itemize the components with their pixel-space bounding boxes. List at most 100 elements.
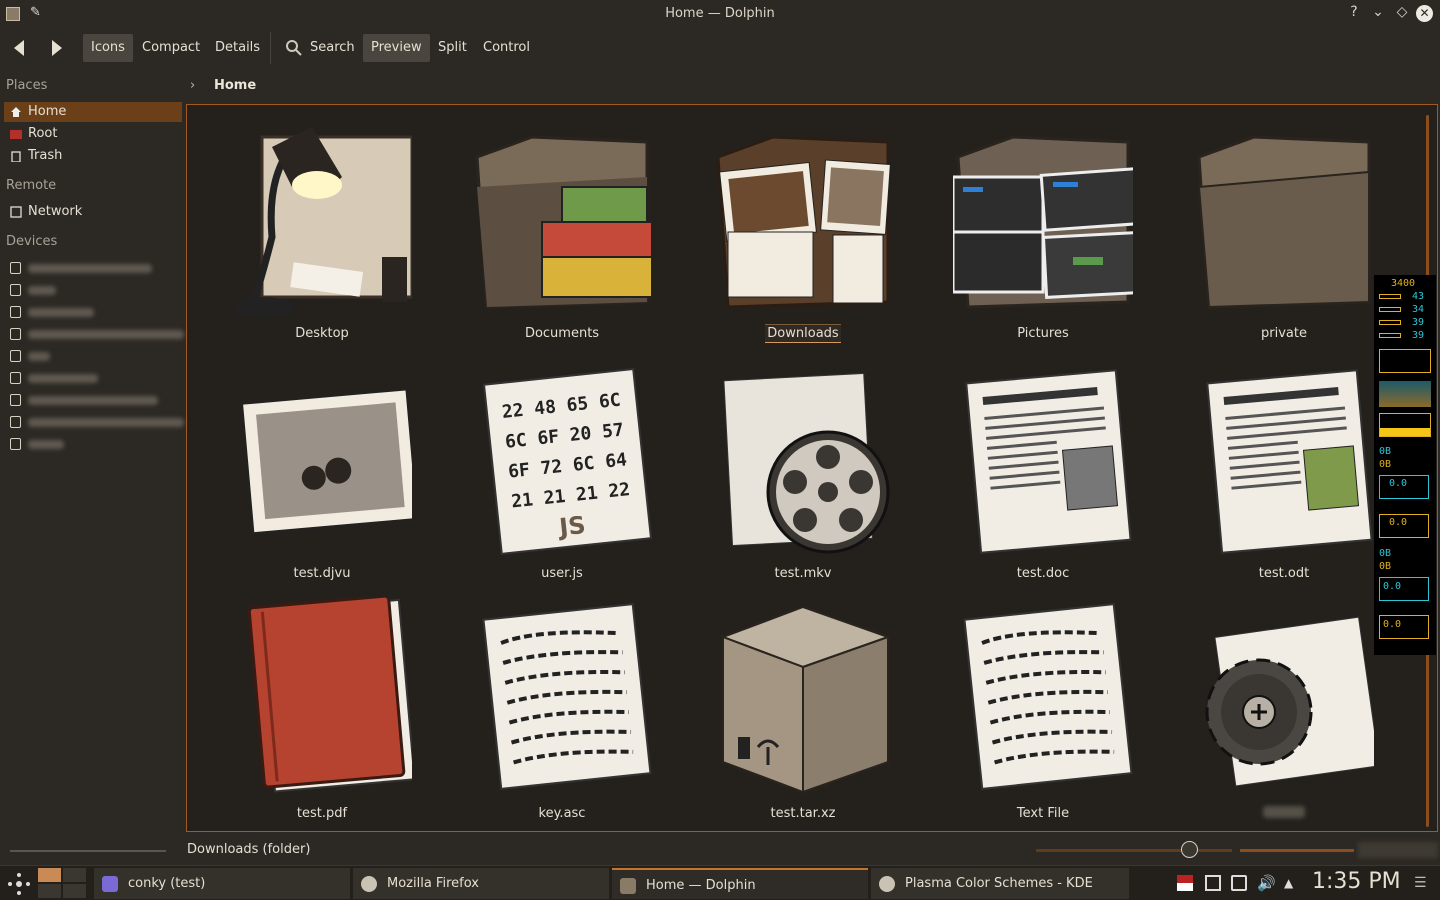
- document-file-icon: [965, 369, 1132, 554]
- file-item-test-odt[interactable]: test.odt: [1174, 357, 1394, 587]
- file-name-label: key.asc: [538, 806, 586, 821]
- close-button[interactable]: ✕: [1416, 5, 1433, 22]
- sidebar-item-label: Root: [28, 126, 58, 141]
- firefox-icon: [879, 876, 895, 892]
- file-item-text-file[interactable]: Text File: [933, 597, 1153, 827]
- memory-graph: [1379, 381, 1431, 407]
- device-item[interactable]: [4, 368, 182, 388]
- file-item-user-js[interactable]: 22 48 65 6C 6C 6F 20 57 6F 72 6C 64 21 2…: [452, 357, 672, 587]
- file-item-test-mkv[interactable]: test.mkv: [693, 357, 913, 587]
- file-name-label: Downloads: [765, 324, 841, 343]
- file-item-test-pdf[interactable]: test.pdf: [212, 597, 432, 827]
- application-launcher-icon[interactable]: [6, 871, 32, 897]
- sidebar-item-network[interactable]: Network: [4, 202, 182, 222]
- device-item[interactable]: [4, 390, 182, 410]
- home-icon: [11, 107, 21, 117]
- clipboard-icon[interactable]: [1231, 875, 1247, 891]
- file-name-label: Pictures: [1017, 326, 1069, 341]
- file-item-downloads[interactable]: Downloads: [693, 117, 913, 347]
- net-graph-value: 0.0: [1383, 581, 1402, 592]
- breadcrumb-home[interactable]: Home: [214, 78, 256, 93]
- file-item-test-tar-xz[interactable]: test.tar.xz: [693, 597, 913, 827]
- details-view-button[interactable]: Details: [207, 34, 268, 62]
- task-kde-store[interactable]: Plasma Color Schemes - KDE Store...: [871, 868, 1129, 899]
- free-space-bar: [1240, 849, 1354, 852]
- free-space-label: [1358, 842, 1438, 858]
- file-name-label: test.odt: [1258, 566, 1310, 581]
- file-item-key-asc[interactable]: key.asc: [452, 597, 672, 827]
- file-view[interactable]: Desktop Documents Downloads Pictures pri…: [186, 104, 1438, 832]
- drive-icon: [10, 394, 21, 406]
- maximize-button[interactable]: ◇: [1393, 4, 1411, 20]
- network-status-icon[interactable]: [1205, 875, 1221, 891]
- keyboard-layout-flag-icon[interactable]: [1177, 875, 1193, 891]
- icons-view-button[interactable]: Icons: [83, 34, 133, 62]
- drive-icon: [10, 328, 21, 340]
- drive-icon: [10, 262, 21, 274]
- file-item-test-doc[interactable]: test.doc: [933, 357, 1153, 587]
- file-item-test-djvu[interactable]: test.djvu: [212, 357, 432, 587]
- cpu-core-value: 39: [1412, 317, 1425, 328]
- compact-view-button[interactable]: Compact: [134, 34, 208, 62]
- file-item-documents[interactable]: Documents: [452, 117, 672, 347]
- task-label: Plasma Color Schemes - KDE Store...: [905, 876, 1093, 891]
- search-icon: [286, 40, 302, 56]
- net-graph-value: 0.0: [1383, 619, 1402, 630]
- document-file-icon: [1206, 369, 1373, 554]
- device-item[interactable]: [4, 324, 184, 344]
- device-item[interactable]: [4, 434, 182, 454]
- toolbar-separator: [270, 32, 271, 64]
- documents-folder-icon: [475, 135, 652, 309]
- conky-icon: [102, 876, 118, 892]
- task-label: Home — Dolphin: [646, 878, 756, 893]
- help-button[interactable]: ?: [1345, 4, 1363, 20]
- device-item[interactable]: [4, 258, 182, 278]
- device-item[interactable]: [4, 302, 182, 322]
- disk-bar: [1379, 413, 1431, 437]
- sidebar-resize-handle[interactable]: [10, 850, 166, 852]
- net-up: 0B: [1379, 561, 1392, 572]
- dolphin-icon: [620, 878, 636, 894]
- task-dolphin[interactable]: Home — Dolphin: [612, 868, 868, 899]
- device-item[interactable]: [4, 346, 182, 366]
- panel-settings-icon[interactable]: ☰: [1414, 875, 1430, 891]
- zoom-slider-handle[interactable]: [1181, 841, 1198, 858]
- preview-button[interactable]: Preview: [363, 34, 430, 62]
- sidebar-item-home[interactable]: Home: [4, 102, 182, 122]
- sidebar-item-label: Home: [28, 104, 67, 119]
- volume-icon[interactable]: 🔊: [1257, 875, 1276, 891]
- back-arrow-icon[interactable]: [8, 36, 32, 60]
- cpu-core-value: 39: [1412, 330, 1425, 341]
- desktop-folder-icon: [234, 127, 412, 317]
- file-item-executable[interactable]: [1174, 597, 1394, 827]
- remote-header: Remote: [6, 178, 57, 193]
- cpu-core-value: 34: [1412, 304, 1425, 315]
- file-item-desktop[interactable]: Desktop: [212, 117, 432, 347]
- search-button[interactable]: Search: [278, 34, 363, 62]
- file-name-label: test.mkv: [774, 566, 832, 581]
- pictures-folder-icon: [953, 135, 1133, 309]
- virtual-desktop-pager[interactable]: [38, 868, 86, 898]
- control-menu-button[interactable]: Control: [475, 34, 538, 62]
- zoom-slider[interactable]: [1036, 849, 1232, 852]
- device-item[interactable]: [4, 412, 184, 432]
- task-firefox[interactable]: Mozilla Firefox: [353, 868, 609, 899]
- clock[interactable]: 1:35 PM: [1312, 869, 1401, 894]
- taskbar: conky (test) Mozilla Firefox Home — Dolp…: [0, 865, 1440, 900]
- file-item-private[interactable]: private: [1174, 117, 1394, 347]
- net-graph: 0.0: [1379, 615, 1429, 639]
- sidebar-item-label: Network: [28, 204, 83, 219]
- cpu-core-bar: [1379, 320, 1401, 325]
- sidebar-item-trash[interactable]: Trash: [4, 146, 182, 166]
- breadcrumb-chevron-icon[interactable]: ›: [190, 78, 195, 93]
- split-button[interactable]: Split: [430, 34, 475, 62]
- expand-tray-icon[interactable]: ▲: [1284, 875, 1300, 891]
- net-graph: 0.0: [1379, 475, 1429, 499]
- net-graph: 0.0: [1379, 577, 1429, 601]
- file-item-pictures[interactable]: Pictures: [933, 117, 1153, 347]
- sidebar-item-root[interactable]: Root: [4, 124, 182, 144]
- task-conky[interactable]: conky (test): [94, 868, 350, 899]
- forward-arrow-icon[interactable]: [44, 36, 68, 60]
- minimize-button[interactable]: ⌄: [1369, 4, 1387, 20]
- device-item[interactable]: [4, 280, 182, 300]
